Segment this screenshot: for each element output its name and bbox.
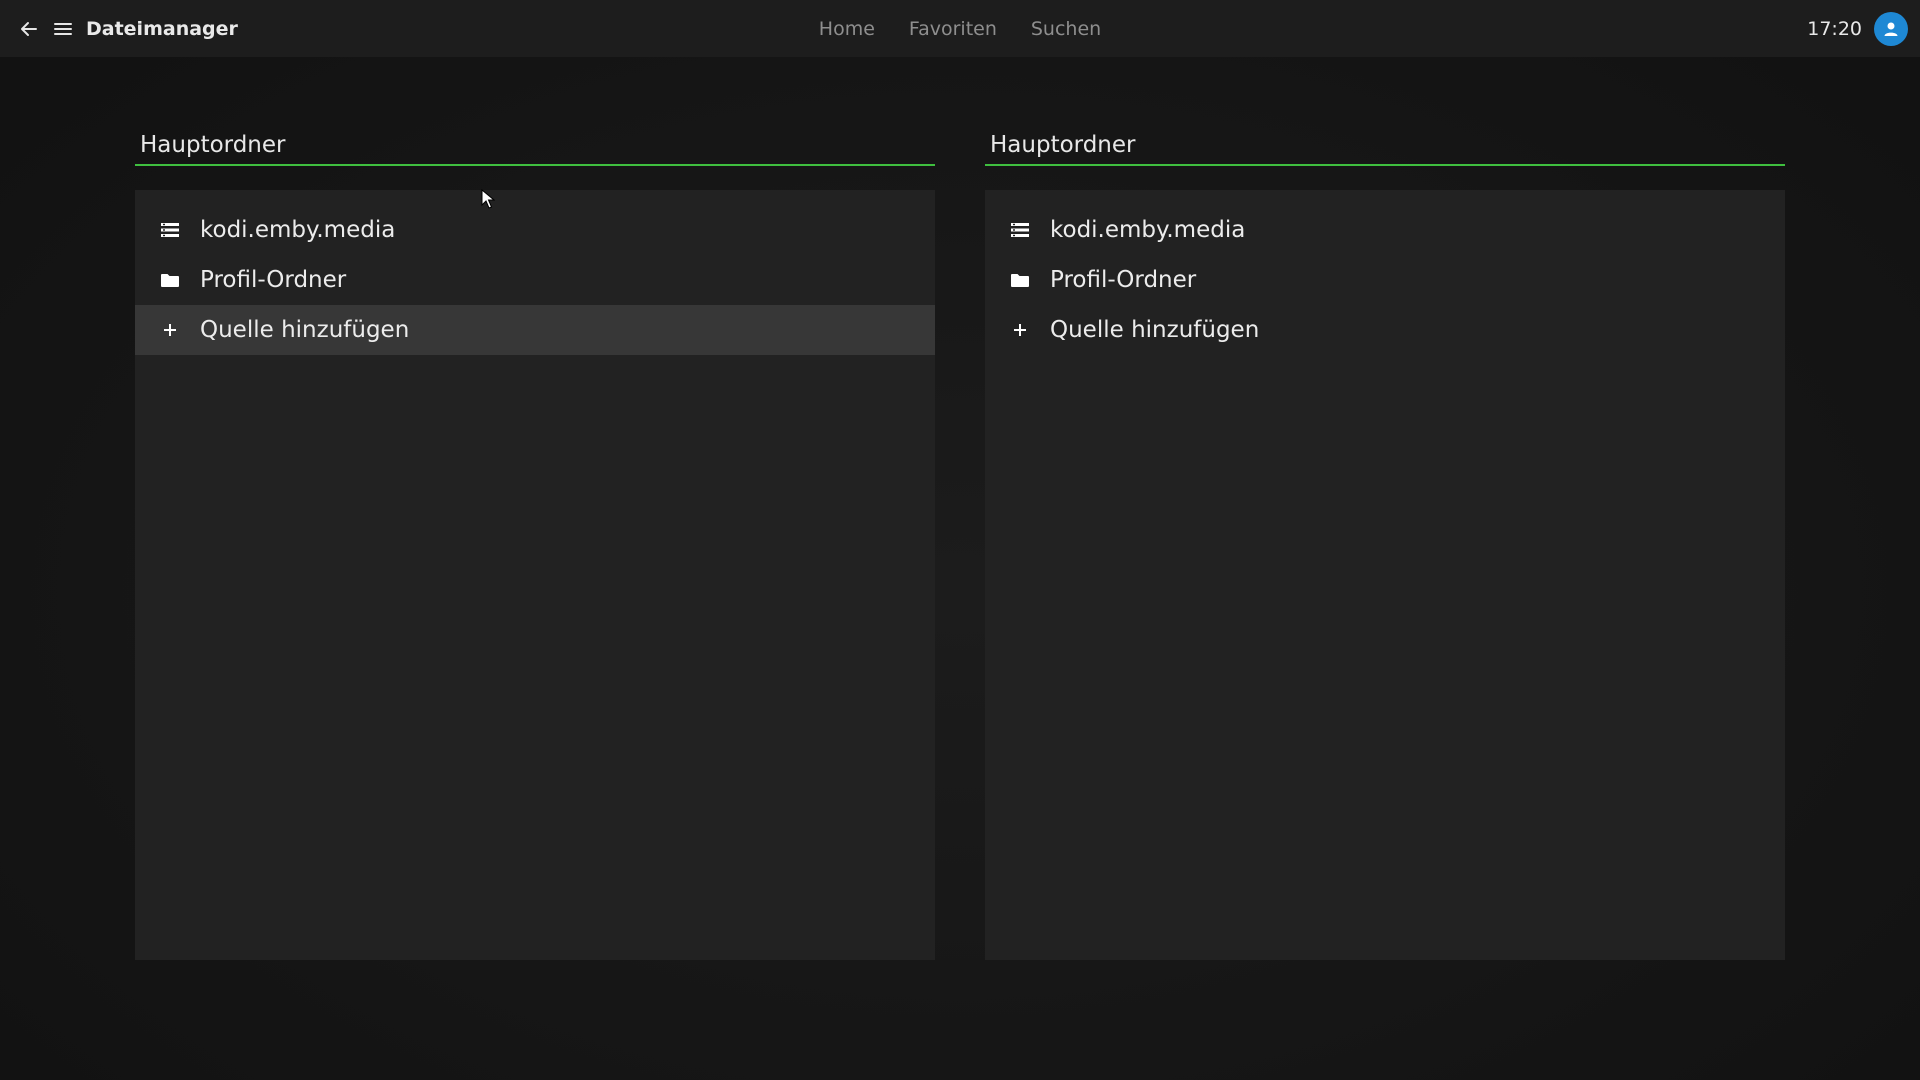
back-button[interactable]	[12, 12, 46, 46]
mouse-cursor-icon	[481, 189, 495, 209]
right-panel: Hauptordner kodi.emby.media Profil-Ordne…	[985, 126, 1785, 960]
list-item-label: kodi.emby.media	[200, 217, 396, 243]
list-item-label: Quelle hinzufügen	[200, 317, 410, 343]
folder-icon	[150, 273, 190, 288]
user-icon	[1884, 22, 1898, 36]
folder-icon	[1000, 273, 1040, 288]
back-arrow-icon	[21, 21, 37, 36]
list-item-label: Profil-Ordner	[200, 267, 347, 293]
server-icon	[1000, 222, 1040, 238]
nav-home[interactable]: Home	[819, 18, 875, 40]
list-item-label: Profil-Ordner	[1050, 267, 1197, 293]
panel-title: Hauptordner	[135, 126, 935, 166]
panel-title: Hauptordner	[985, 126, 1785, 166]
list-item-add-source[interactable]: Quelle hinzufügen	[135, 305, 935, 355]
right-file-list: kodi.emby.media Profil-Ordner Quelle hin…	[985, 190, 1785, 960]
top-nav: Home Favoriten Suchen	[0, 0, 1920, 57]
menu-button[interactable]	[46, 12, 80, 46]
nav-favoriten[interactable]: Favoriten	[909, 18, 997, 40]
nav-suchen[interactable]: Suchen	[1031, 18, 1101, 40]
top-bar-right: 17:20	[1807, 0, 1908, 57]
hamburger-icon	[54, 22, 72, 35]
user-avatar-button[interactable]	[1874, 11, 1908, 46]
plus-icon	[150, 323, 190, 337]
left-panel: Hauptordner kodi.emby.media Profil-Ordne…	[135, 126, 935, 960]
file-manager-screen: Dateimanager Home Favoriten Suchen 17:20…	[0, 0, 1920, 1080]
top-bar: Dateimanager Home Favoriten Suchen 17:20	[0, 0, 1920, 57]
list-item-profile-folder[interactable]: Profil-Ordner	[135, 255, 935, 305]
plus-icon	[1000, 323, 1040, 337]
app-title: Dateimanager	[86, 17, 238, 40]
list-item-add-source[interactable]: Quelle hinzufügen	[985, 305, 1785, 355]
list-item-profile-folder[interactable]: Profil-Ordner	[985, 255, 1785, 305]
server-icon	[150, 222, 190, 238]
list-item-server[interactable]: kodi.emby.media	[135, 205, 935, 255]
top-bar-left: Dateimanager	[12, 0, 238, 57]
left-file-list: kodi.emby.media Profil-Ordner Quelle hin…	[135, 190, 935, 960]
list-item-server[interactable]: kodi.emby.media	[985, 205, 1785, 255]
list-item-label: Quelle hinzufügen	[1050, 317, 1260, 343]
clock: 17:20	[1807, 17, 1862, 40]
list-item-label: kodi.emby.media	[1050, 217, 1246, 243]
